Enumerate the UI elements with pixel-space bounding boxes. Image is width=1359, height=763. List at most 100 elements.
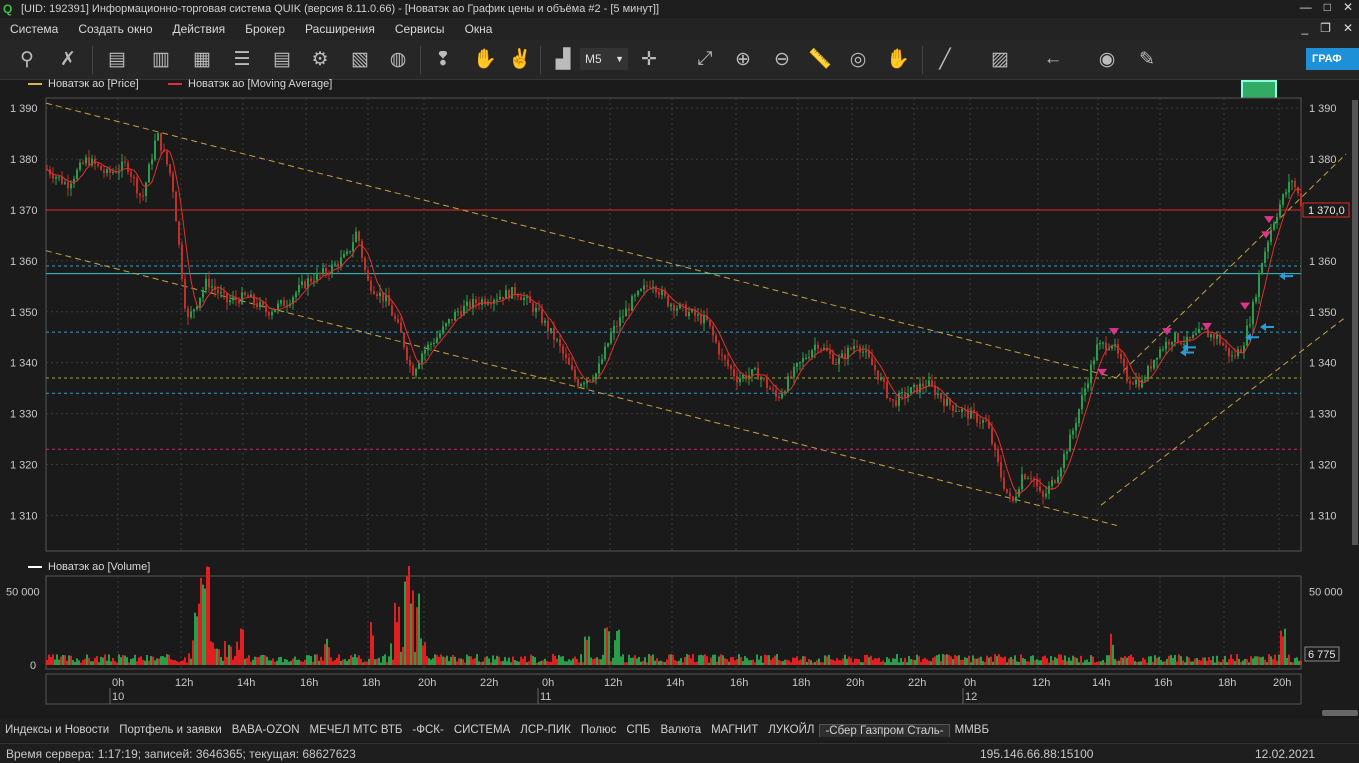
volume-bar — [106, 660, 108, 665]
settings-table-icon[interactable]: ⚙ — [305, 44, 335, 74]
tab-currency[interactable]: Валюта — [655, 724, 706, 736]
minimize-icon[interactable]: — — [1300, 0, 1312, 14]
volume-bar — [448, 661, 450, 665]
arrow-left-icon[interactable]: ← — [1038, 44, 1068, 74]
menu-actions[interactable]: Действия — [163, 22, 236, 36]
tab-sber-gazprom[interactable]: -Сбер Газпром Сталь- — [819, 723, 950, 737]
candle-body — [178, 221, 180, 245]
volume-bar — [436, 655, 438, 665]
tab-indexes-news[interactable]: Индексы и Новости — [0, 724, 114, 736]
candle-body — [151, 159, 153, 165]
volume-bar — [956, 656, 958, 665]
tab-magnit[interactable]: МАГНИТ — [706, 724, 763, 736]
connect-icon[interactable]: ⚲ — [12, 44, 42, 74]
tab-fsk[interactable]: -ФСК- — [407, 724, 448, 736]
close-icon[interactable]: ✕ — [1343, 0, 1353, 14]
menu-create-window[interactable]: Создать окно — [68, 22, 162, 36]
vertical-scrollbar — [1352, 100, 1358, 545]
volume-bar — [1282, 636, 1284, 665]
interval-select[interactable]: M5 ▼ — [580, 48, 628, 70]
volume-bar — [1126, 657, 1128, 665]
menu-extensions[interactable]: Расширения — [295, 22, 385, 36]
volume-bar — [158, 658, 160, 665]
price-volume-chart[interactable]: 1 3901 3901 3801 3801 3701 3701 3601 360… — [0, 95, 1359, 705]
price-tick-left: 1 350 — [10, 307, 38, 319]
chart-window-icon[interactable]: ▥ — [146, 44, 176, 74]
trendline-icon[interactable]: ╱ — [930, 44, 960, 74]
menu-sistema[interactable]: Система — [0, 22, 68, 36]
database-icon[interactable]: ◍ — [383, 44, 413, 74]
volume-bar — [72, 660, 74, 665]
candle-body — [1171, 341, 1173, 345]
tab-mmvb[interactable]: ММВБ — [950, 724, 994, 736]
add-indicator-icon[interactable]: ▟ — [548, 44, 578, 74]
new-table-icon[interactable]: ▤ — [102, 44, 132, 74]
candle-body — [829, 350, 831, 355]
volume-bar — [712, 654, 714, 665]
image-icon[interactable]: ▨ — [985, 44, 1015, 74]
menu-broker[interactable]: Брокер — [235, 22, 295, 36]
tab-lukoil[interactable]: ЛУКОЙЛ — [763, 724, 819, 736]
volume-bar — [1228, 659, 1230, 665]
tab-polyus[interactable]: Полюс — [576, 724, 622, 736]
volume-bar — [482, 661, 484, 665]
tab-sistema[interactable]: СИСТЕМА — [449, 724, 515, 736]
volume-bar — [580, 654, 582, 665]
volume-bar — [1106, 655, 1108, 665]
tab-lsr-pik[interactable]: ЛСР-ПИК — [515, 724, 576, 736]
volume-bar — [950, 656, 952, 665]
tab-mechel[interactable]: МЕЧЕЛ МТС ВТБ — [305, 724, 408, 736]
orders-table-icon[interactable]: ☰ — [227, 44, 257, 74]
child-restore-icon[interactable]: ❐ — [1320, 21, 1331, 35]
lock-hand-icon[interactable]: ✌ — [505, 44, 535, 74]
dots-table-icon[interactable]: ▦ — [187, 44, 217, 74]
volume-bar — [822, 662, 824, 665]
volume-bar — [720, 654, 722, 665]
candle-body — [871, 357, 873, 366]
volume-bar — [590, 657, 592, 665]
volume-bar — [1102, 660, 1104, 665]
candle-body — [1024, 474, 1026, 480]
candle-body — [697, 314, 699, 316]
menu-windows[interactable]: Окна — [455, 22, 503, 36]
volume-bar — [214, 648, 216, 665]
crosshair-icon[interactable]: ✛ — [634, 44, 664, 74]
volume-bar — [470, 656, 472, 665]
volume-bar — [1036, 659, 1038, 665]
hide-eye-icon[interactable]: ◉ — [1092, 44, 1122, 74]
tab-spb[interactable]: СПБ — [621, 724, 655, 736]
child-close-icon[interactable]: ✕ — [1343, 21, 1353, 35]
volume-bar — [514, 660, 516, 665]
horizontal-scrollbar[interactable] — [1322, 710, 1358, 716]
volume-bar — [642, 661, 644, 665]
volume-bar — [194, 612, 196, 665]
candle-body — [850, 347, 852, 349]
zoom-in-icon[interactable]: ⊕ — [728, 44, 758, 74]
volume-bar — [1160, 659, 1162, 665]
target-icon[interactable]: ◎ — [843, 44, 873, 74]
message-icon[interactable]: ❢ — [428, 44, 458, 74]
candle-body — [517, 294, 519, 297]
candle-body — [487, 303, 489, 305]
volume-bar — [256, 657, 258, 665]
fit-screen-icon[interactable]: ⤢ — [690, 44, 720, 74]
disconnect-icon[interactable]: ✗ — [53, 44, 83, 74]
maximize-icon[interactable]: □ — [1324, 0, 1331, 14]
tab-portfolio[interactable]: Портфель и заявки — [114, 724, 227, 736]
zoom-out-icon[interactable]: ⊖ — [767, 44, 797, 74]
child-minimize-icon[interactable]: _ — [1301, 21, 1308, 35]
trade-robot-icon[interactable]: ✋ — [470, 44, 500, 74]
filter-icon[interactable]: ▧ — [345, 44, 375, 74]
candle-body — [1183, 343, 1185, 345]
menu-services[interactable]: Сервисы — [385, 22, 455, 36]
volume-bar — [134, 654, 136, 665]
ruler-icon[interactable]: 📏 — [805, 44, 835, 74]
graf-button[interactable]: ГРАФ — [1306, 48, 1359, 70]
clear-drawings-icon[interactable]: ✎ — [1132, 44, 1162, 74]
volume-bar — [494, 659, 496, 665]
hand-icon[interactable]: ✋ — [883, 44, 913, 74]
trades-table-icon[interactable]: ▤ — [267, 44, 297, 74]
tab-baba-ozon[interactable]: BABA-OZON — [227, 724, 305, 736]
candle-body — [886, 381, 888, 399]
volume-bar — [832, 659, 834, 665]
